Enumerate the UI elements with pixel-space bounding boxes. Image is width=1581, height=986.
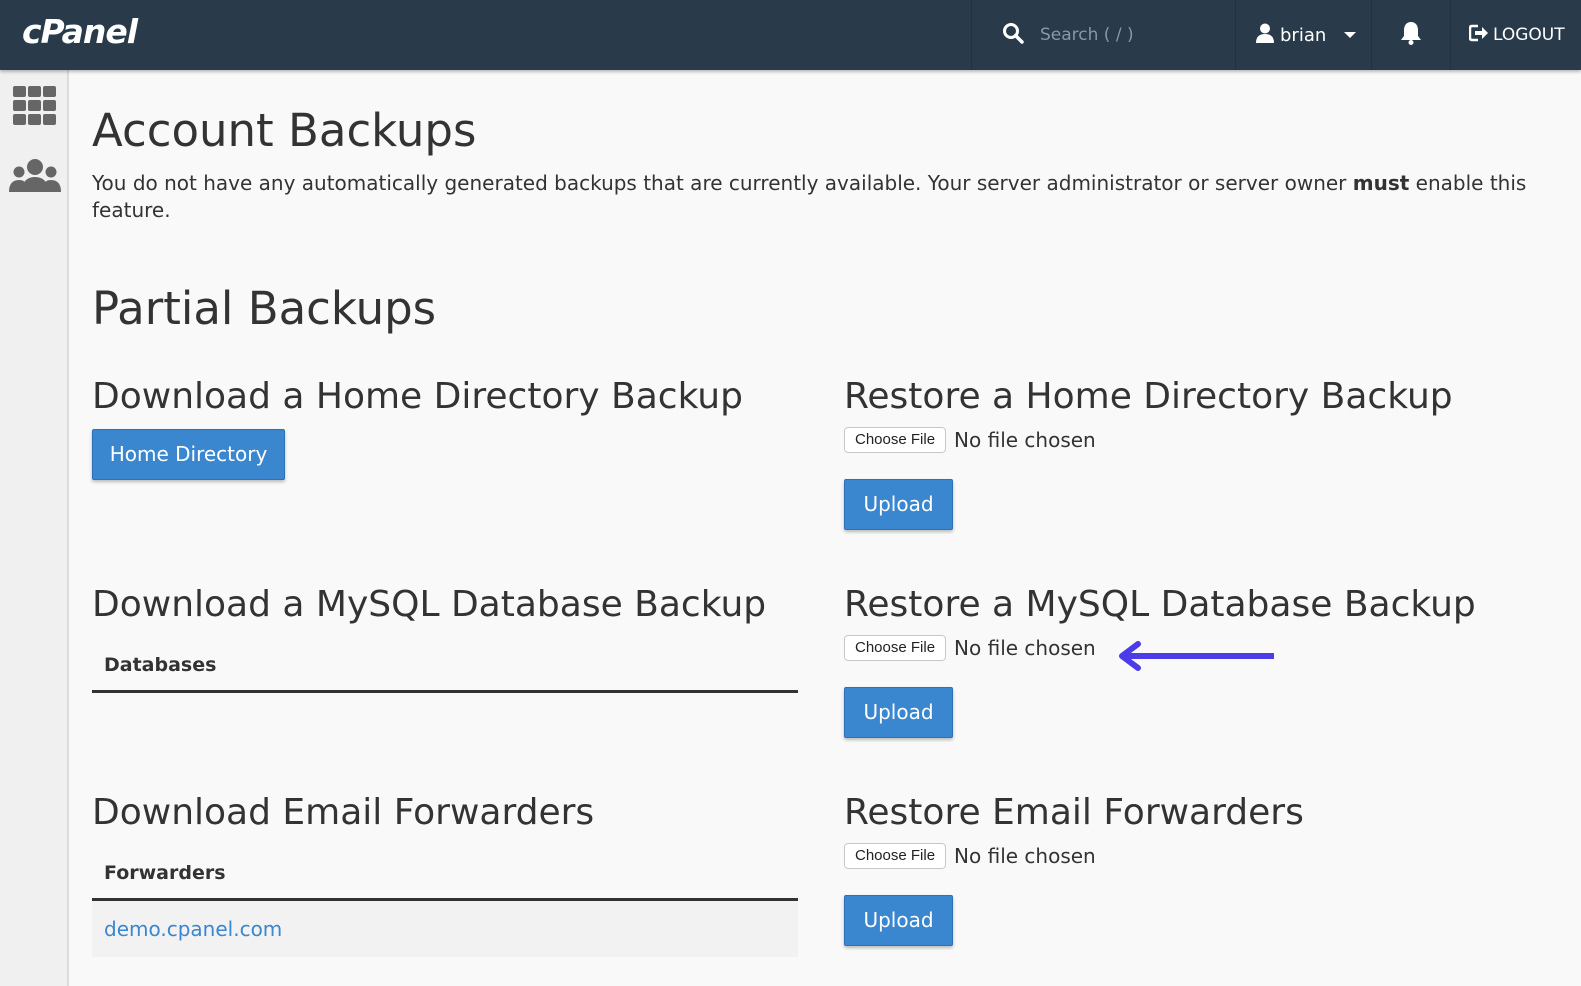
choose-file-button[interactable]: Choose File	[844, 843, 947, 869]
sidebar-item-users[interactable]	[0, 158, 69, 196]
chevron-down-icon	[1344, 32, 1357, 38]
users-icon	[8, 158, 62, 196]
choose-file-button[interactable]: Choose File	[844, 427, 947, 453]
search-box[interactable]: Search ( / )	[971, 0, 1235, 70]
restore-email-title: Restore Email Forwarders	[844, 792, 1304, 833]
file-status: No file chosen	[954, 844, 1096, 868]
home-file-input: Choose File No file chosen	[844, 427, 1544, 453]
top-navbar: cPanel Search ( / ) brian LOGOUT	[0, 0, 1581, 70]
download-mysql-title: Download a MySQL Database Backup	[92, 584, 767, 625]
download-email-section: Download Email Forwarders Forwarders dem…	[92, 792, 798, 957]
annotation-arrow-icon	[1118, 640, 1278, 676]
cpanel-logo[interactable]: cPanel	[22, 12, 138, 51]
download-home-section: Download a Home Directory Backup Home Di…	[92, 376, 798, 480]
logout-label: LOGOUT	[1493, 25, 1565, 45]
download-mysql-section: Download a MySQL Database Backup Databas…	[92, 584, 798, 693]
upload-button[interactable]: Upload	[844, 479, 953, 530]
logout-button[interactable]: LOGOUT	[1450, 0, 1581, 70]
user-icon	[1256, 23, 1274, 47]
username: brian	[1280, 24, 1327, 46]
restore-mysql-title: Restore a MySQL Database Backup	[844, 584, 1476, 625]
grid-icon	[12, 86, 57, 130]
table-row: demo.cpanel.com	[92, 901, 798, 957]
download-home-title: Download a Home Directory Backup	[92, 376, 743, 417]
forwarder-link[interactable]: demo.cpanel.com	[104, 917, 282, 941]
user-menu[interactable]: brian	[1235, 0, 1371, 70]
choose-file-button[interactable]: Choose File	[844, 635, 947, 661]
page-title: Account Backups	[92, 104, 477, 157]
file-status: No file chosen	[954, 636, 1096, 660]
section-title: Partial Backups	[92, 282, 437, 335]
forwarders-table-header: Forwarders	[92, 845, 798, 901]
databases-table-header: Databases	[92, 637, 798, 693]
logout-icon	[1468, 24, 1489, 46]
search-input[interactable]: Search ( / )	[1040, 25, 1134, 45]
notice-emphasis: must	[1352, 171, 1410, 195]
file-status: No file chosen	[954, 428, 1096, 452]
sidebar	[0, 70, 69, 986]
restore-email-section: Restore Email Forwarders Choose File No …	[844, 792, 1544, 946]
backup-notice: You do not have any automatically genera…	[92, 170, 1532, 224]
notifications-button[interactable]	[1371, 0, 1450, 70]
restore-home-section: Restore a Home Directory Backup Choose F…	[844, 376, 1544, 530]
bell-icon	[1400, 21, 1422, 49]
restore-home-title: Restore a Home Directory Backup	[844, 376, 1453, 417]
download-email-title: Download Email Forwarders	[92, 792, 595, 833]
sidebar-item-home[interactable]	[0, 86, 69, 130]
home-directory-button[interactable]: Home Directory	[92, 429, 285, 480]
notice-text: You do not have any automatically genera…	[92, 171, 1353, 195]
upload-button[interactable]: Upload	[844, 687, 953, 738]
upload-button[interactable]: Upload	[844, 895, 953, 946]
search-icon	[1002, 22, 1024, 48]
email-file-input: Choose File No file chosen	[844, 843, 1544, 869]
